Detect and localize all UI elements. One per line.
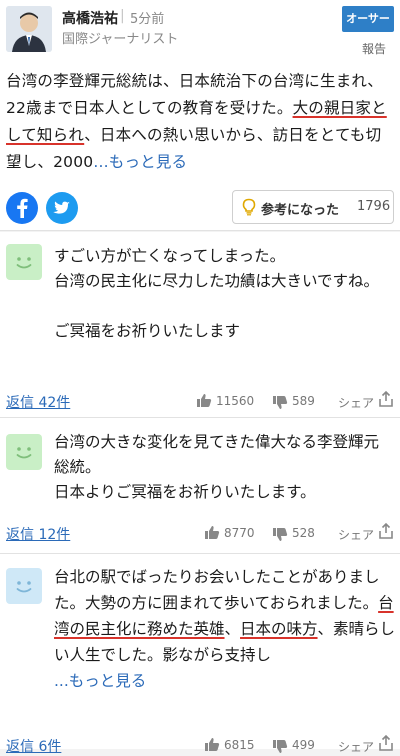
share-label[interactable]: シェア bbox=[338, 526, 374, 543]
more-link[interactable]: ...もっと見る bbox=[93, 153, 187, 171]
more-link[interactable]: ...もっと見る bbox=[54, 672, 146, 690]
comment-body: 台湾の李登輝元総統は、日本統治下の台湾に生まれ、22歳まで日本人としての教育を受… bbox=[6, 68, 394, 176]
reply-item: 台湾の大きな変化を見てきた偉大なる李登輝元総統。 日本よりご冥福をお祈りいたしま… bbox=[0, 418, 400, 554]
user-avatar[interactable] bbox=[6, 568, 42, 604]
reply-item: 台北の駅でばったりお会いしたことがありました。大勢の方に囲まれて歩いておられまし… bbox=[0, 554, 400, 755]
thumbs-down-icon[interactable] bbox=[272, 395, 288, 410]
thumbs-down-icon[interactable] bbox=[272, 739, 288, 754]
helpful-label: 参考になった bbox=[261, 203, 340, 218]
reply-count-link[interactable]: 返信 12件 bbox=[6, 524, 70, 544]
like-count: 6815 bbox=[224, 738, 255, 752]
post-time: 5分前 bbox=[130, 12, 165, 27]
author-name[interactable]: 高橋浩祐 bbox=[62, 8, 118, 28]
dislike-count: 499 bbox=[292, 738, 315, 752]
author-avatar[interactable] bbox=[6, 6, 52, 52]
twitter-share-button[interactable] bbox=[46, 192, 78, 224]
reply-count-link[interactable]: 返信 42件 bbox=[6, 392, 70, 412]
reply-line: すごい方が亡くなってしまった。 bbox=[54, 247, 286, 265]
reply-count-link[interactable]: 返信 6件 bbox=[6, 736, 61, 756]
like-count: 11560 bbox=[216, 394, 255, 408]
facebook-share-button[interactable] bbox=[6, 192, 38, 224]
user-avatar[interactable] bbox=[6, 434, 42, 470]
dislike-count: 589 bbox=[292, 394, 315, 408]
reply-text: すごい方が亡くなってしまった。 台湾の民主化に尽力した功績は大きいですね。 ご冥… bbox=[54, 244, 392, 344]
author-photo-icon bbox=[6, 6, 52, 52]
reply-text-highlight: 日本の味方 bbox=[240, 620, 318, 638]
share-icon[interactable] bbox=[378, 734, 394, 752]
smiley-face-icon bbox=[16, 581, 32, 593]
dislike-count: 528 bbox=[292, 526, 315, 540]
expert-badge[interactable]: オーサー bbox=[342, 6, 394, 32]
author-title: 国際ジャーナリスト bbox=[62, 32, 179, 47]
reply-line: ご冥福をお祈りいたします bbox=[54, 322, 241, 340]
reply-line: 台北の駅でばったりお会いしたことがありました。大勢の方に囲まれて歩いておられまし… bbox=[54, 568, 380, 612]
reply-line: 台湾の民主化に尽力した功績は大きいですね。 bbox=[54, 272, 380, 290]
reply-text: 台湾の大きな変化を見てきた偉大なる李登輝元総統。 日本よりご冥福をお祈りいたしま… bbox=[54, 430, 392, 505]
share-label[interactable]: シェア bbox=[338, 738, 374, 755]
reply-text: 台北の駅でばったりお会いしたことがありました。大勢の方に囲まれて歩いておられまし… bbox=[54, 564, 396, 694]
reply-line: 日本よりご冥福をお祈りいたします。 bbox=[54, 483, 316, 501]
like-count: 8770 bbox=[224, 526, 255, 540]
thumbs-up-icon[interactable] bbox=[204, 737, 220, 752]
expert-comment-card: 高橋浩祐 | 5分前 国際ジャーナリスト オーサー 報告 台湾の李登輝元総統は、… bbox=[0, 0, 400, 231]
user-avatar[interactable] bbox=[6, 244, 42, 280]
thumbs-up-icon[interactable] bbox=[196, 393, 212, 408]
facebook-icon bbox=[17, 198, 28, 218]
smiley-face-icon bbox=[16, 447, 32, 459]
smiley-face-icon bbox=[16, 257, 32, 269]
thumbs-up-icon[interactable] bbox=[204, 525, 220, 540]
reply-line: 台湾の大きな変化を見てきた偉大なる李登輝元総統。 bbox=[54, 433, 380, 476]
lightbulb-icon bbox=[242, 198, 256, 216]
twitter-icon bbox=[53, 201, 70, 214]
share-label[interactable]: シェア bbox=[338, 394, 374, 411]
helpful-count: 1796 bbox=[357, 199, 391, 214]
meta-separator: | bbox=[120, 8, 125, 24]
thumbs-down-icon[interactable] bbox=[272, 527, 288, 542]
helpful-button[interactable]: 参考になった 1796 bbox=[232, 190, 394, 224]
reply-line: 、 bbox=[224, 620, 241, 638]
reply-item: すごい方が亡くなってしまった。 台湾の民主化に尽力した功績は大きいですね。 ご冥… bbox=[0, 232, 400, 418]
share-icon[interactable] bbox=[378, 522, 394, 540]
share-icon[interactable] bbox=[378, 390, 394, 408]
report-link[interactable]: 報告 bbox=[362, 40, 386, 57]
